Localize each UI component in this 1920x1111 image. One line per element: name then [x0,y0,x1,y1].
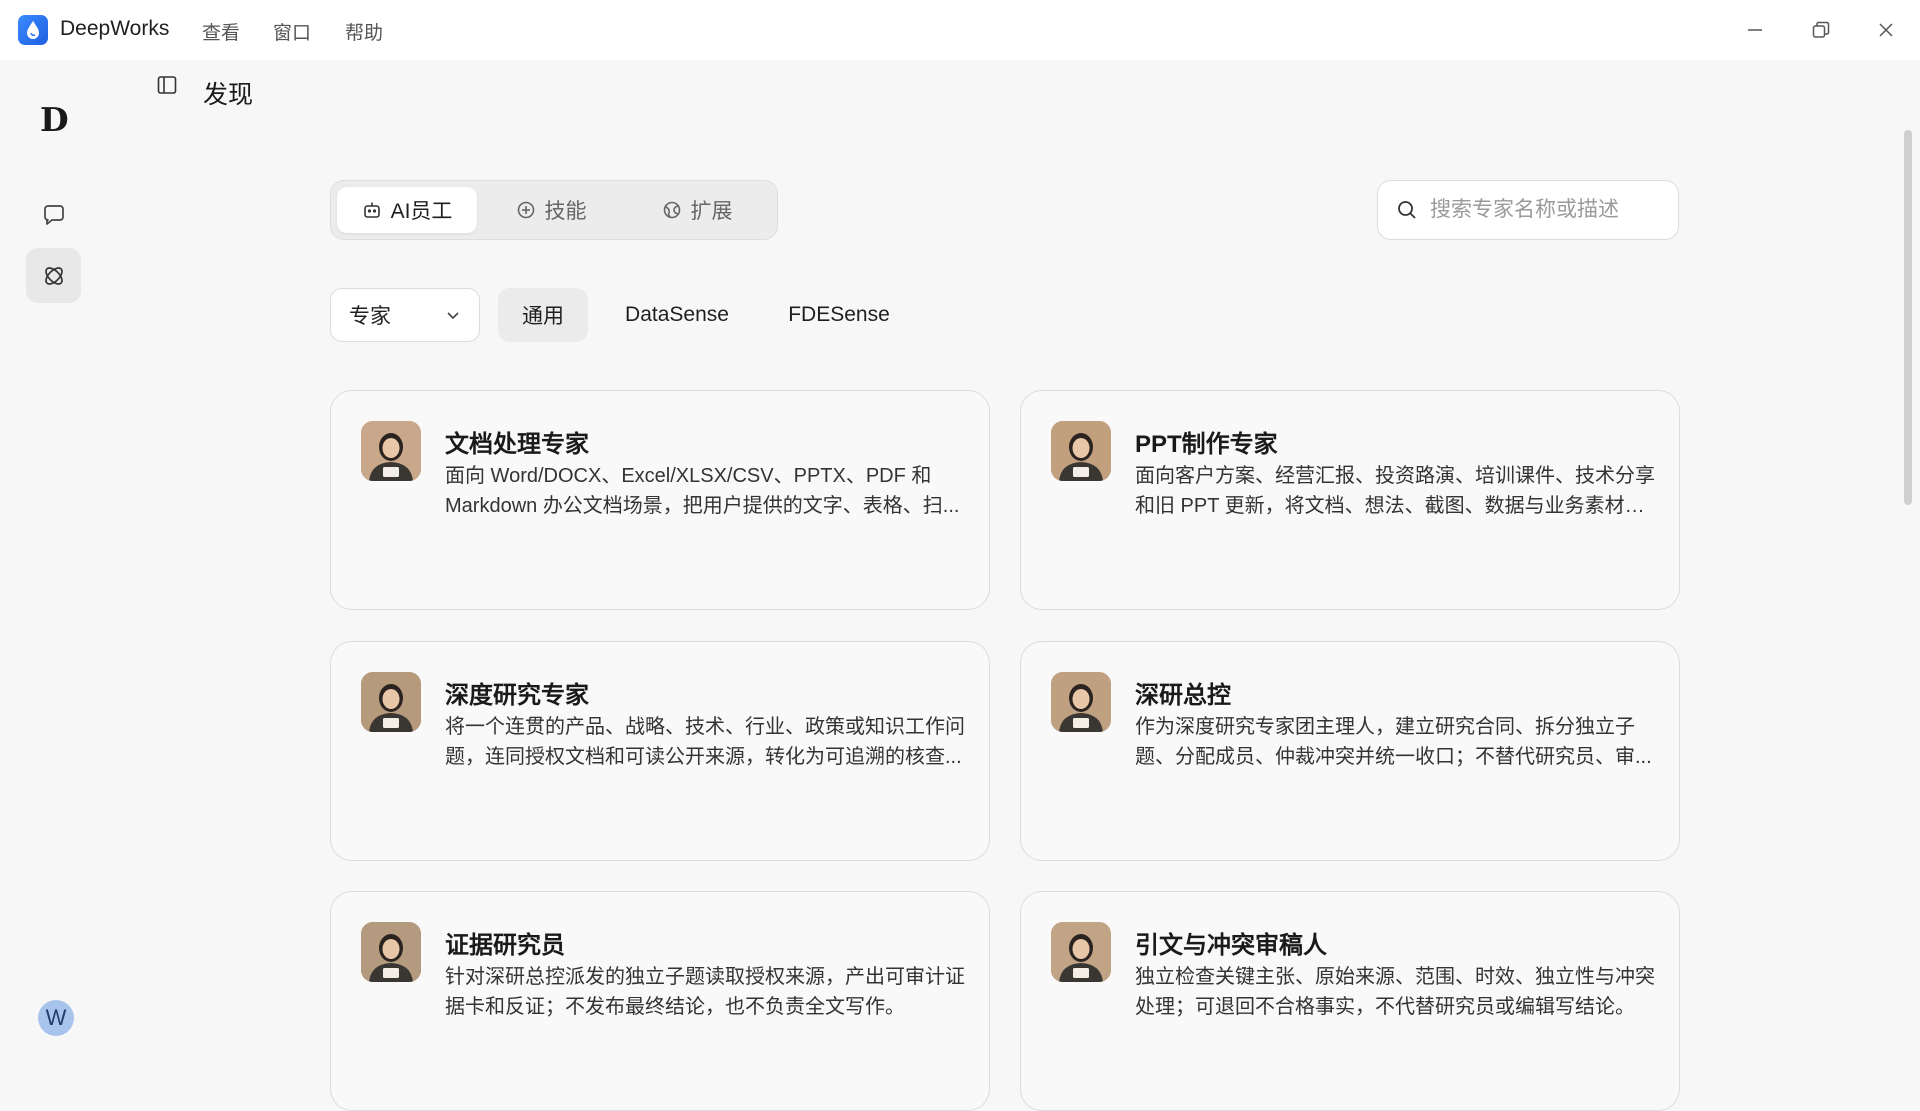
title-bar: DeepWorks 查看 窗口 帮助 [0,0,1920,60]
left-rail: D W [0,60,108,1036]
globe-icon [663,201,680,219]
expert-avatar [361,922,421,982]
search-icon [1398,201,1416,219]
menu-window[interactable]: 窗口 [273,18,311,45]
role-dropdown-value: 专家 [349,305,391,328]
expert-card-title: 文档处理专家 [445,431,589,458]
close-icon [1879,23,1893,37]
filter-chip-datasense[interactable]: DataSense [612,288,742,342]
expert-card[interactable]: 文档处理专家 面向 Word/DOCX、Excel/XLSX/CSV、PPTX、… [330,390,990,610]
tab-skills[interactable]: 技能 [481,187,621,233]
minimize-button[interactable] [1735,12,1775,48]
minimize-icon [1748,29,1762,31]
chat-icon [43,204,64,225]
expert-card-description: 面向 Word/DOCX、Excel/XLSX/CSV、PPTX、PDF 和 M… [445,465,960,517]
page-title: 发现 [203,81,254,109]
tab-ai-staff[interactable]: AI员工 [337,187,477,233]
expert-card[interactable]: 深研总控 作为深度研究专家团主理人，建立研究合同、拆分独立子题、分配成员、仲裁冲… [1020,641,1680,861]
expert-card[interactable]: 证据研究员 针对深研总控派发的独立子题读取授权来源，产出可审计证据卡和反证；不发… [330,891,990,1111]
tab-extensions-label: 扩展 [690,200,733,223]
expert-card-description: 针对深研总控派发的独立子题读取授权来源，产出可审计证据卡和反证；不发布最终结论，… [445,966,965,1018]
restore-icon [1812,21,1830,38]
tab-ai-staff-label: AI员工 [390,200,453,223]
expert-card-description: 面向客户方案、经营汇报、投资路演、培训课件、技术分享和旧 PPT 更新，将文档、… [1135,465,1655,517]
expert-card-title: 引文与冲突审稿人 [1135,932,1327,959]
user-avatar[interactable]: W [38,1000,74,1036]
tab-extensions[interactable]: 扩展 [627,187,767,233]
search-input[interactable] [1430,198,1660,222]
expert-avatar [1051,672,1111,732]
discover-icon [44,266,63,285]
expert-card[interactable]: PPT制作专家 面向客户方案、经营汇报、投资路演、培训课件、技术分享和旧 PPT… [1020,390,1680,610]
expert-card-description: 独立检查关键主张、原始来源、范围、时效、独立性与冲突处理；可退回不合格事实，不代… [1135,966,1655,1018]
expert-avatar [361,672,421,732]
sidebar-toggle-icon [157,76,177,94]
menu-view[interactable]: 查看 [202,18,240,45]
filter-chip-general[interactable]: 通用 [498,288,588,342]
sidebar-toggle-button[interactable] [156,74,178,96]
expert-card-title: 证据研究员 [445,932,565,959]
expert-avatar [361,421,421,481]
expert-card-title: 深度研究专家 [445,682,589,709]
scrollbar-thumb[interactable] [1904,130,1912,505]
robot-icon [363,202,380,218]
chevron-down-icon [447,312,459,320]
menu-help[interactable]: 帮助 [345,18,383,45]
tab-skills-label: 技能 [544,200,587,223]
expert-card-title: PPT制作专家 [1135,431,1278,458]
expert-card-description: 将一个连贯的产品、战略、技术、行业、政策或知识工作问题，连同授权文档和可读公开来… [445,716,965,768]
expert-card-title: 深研总控 [1135,682,1231,709]
expert-card[interactable]: 深度研究专家 将一个连贯的产品、战略、技术、行业、政策或知识工作问题，连同授权文… [330,641,990,861]
filter-chip-fdesense[interactable]: FDESense [772,288,906,342]
close-button[interactable] [1866,12,1906,48]
restore-button[interactable] [1801,12,1841,48]
expert-avatar [1051,421,1111,481]
app-name: DeepWorks [60,17,170,40]
search-box[interactable] [1377,180,1679,240]
rail-logo: D [40,100,69,139]
discover-nav-button[interactable] [26,248,81,303]
expert-card[interactable]: 引文与冲突审稿人 独立检查关键主张、原始来源、范围、时效、独立性与冲突处理；可退… [1020,891,1680,1111]
category-tabs: AI员工 技能 扩展 [330,180,778,240]
role-dropdown[interactable]: 专家 [330,288,480,342]
plus-circle-icon [517,201,534,219]
expert-card-description: 作为深度研究专家团主理人，建立研究合同、拆分独立子题、分配成员、仲裁冲突并统一收… [1135,716,1652,768]
expert-avatar [1051,922,1111,982]
chat-nav-button[interactable] [26,188,81,243]
app-logo-icon [18,15,48,45]
